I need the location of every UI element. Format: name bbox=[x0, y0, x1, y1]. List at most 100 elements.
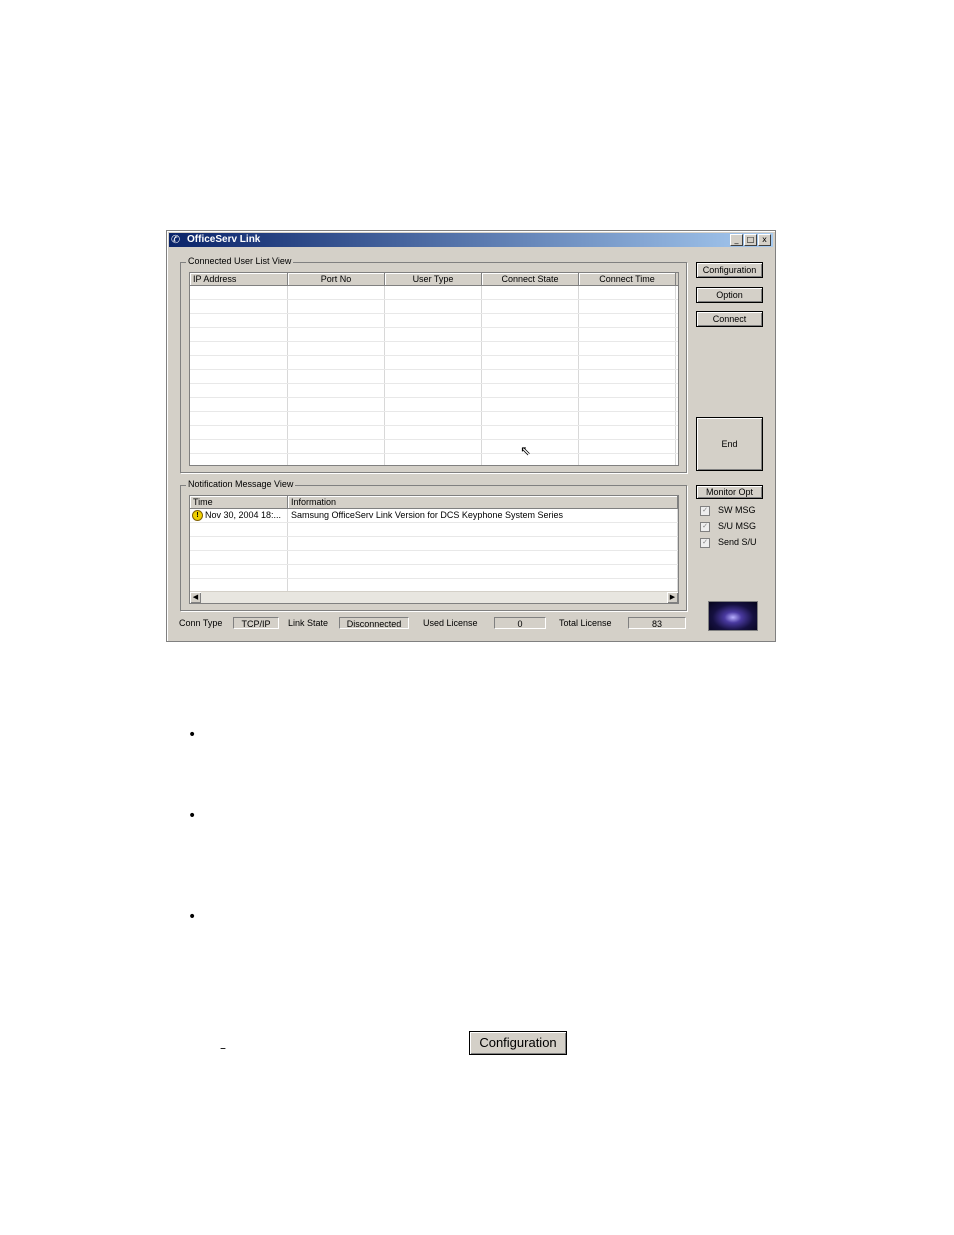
notification-row[interactable] bbox=[190, 523, 678, 537]
notification-header: Time Information bbox=[190, 496, 678, 509]
monitor-opt-button[interactable]: Monitor Opt bbox=[696, 485, 763, 499]
notification-info: Samsung OfficeServ Link Version for DCS … bbox=[288, 509, 678, 522]
option-button[interactable]: Option bbox=[696, 287, 763, 303]
check-icon: ✓ bbox=[700, 537, 710, 548]
table-row[interactable] bbox=[190, 328, 678, 342]
table-row[interactable] bbox=[190, 286, 678, 300]
table-row[interactable] bbox=[190, 314, 678, 328]
table-row[interactable] bbox=[190, 384, 678, 398]
notification-row[interactable] bbox=[190, 537, 678, 551]
table-cell bbox=[288, 356, 385, 369]
notification-list[interactable]: Time Information ! Nov 30, 2004 18:... Sa… bbox=[189, 495, 679, 604]
user-list-group: Connected User List View IP Address Port… bbox=[180, 256, 687, 473]
notification-label: Notification Message View bbox=[186, 479, 296, 489]
table-cell bbox=[385, 342, 482, 355]
col-time[interactable]: Time bbox=[190, 496, 288, 508]
table-cell bbox=[190, 454, 288, 465]
table-cell bbox=[482, 412, 579, 425]
table-cell bbox=[288, 426, 385, 439]
table-cell bbox=[385, 286, 482, 299]
table-row[interactable] bbox=[190, 398, 678, 412]
sw-msg-checkbox[interactable]: ✓ SW MSG bbox=[700, 505, 756, 516]
col-port-no[interactable]: Port No bbox=[288, 273, 385, 285]
table-cell bbox=[579, 328, 676, 341]
col-ip-address[interactable]: IP Address bbox=[190, 273, 288, 285]
logo-image bbox=[708, 601, 758, 631]
officeserv-link-window: ✆ OfficeServ Link _ □ x Connected User L… bbox=[166, 230, 776, 642]
table-row[interactable] bbox=[190, 412, 678, 426]
table-cell bbox=[288, 300, 385, 313]
table-cell bbox=[288, 370, 385, 383]
send-su-checkbox[interactable]: ✓ Send S/U bbox=[700, 537, 757, 548]
table-cell bbox=[288, 565, 678, 578]
configuration-button[interactable]: Configuration bbox=[696, 262, 763, 278]
table-cell bbox=[579, 454, 676, 465]
col-user-type[interactable]: User Type bbox=[385, 273, 482, 285]
table-row[interactable] bbox=[190, 440, 678, 454]
table-cell bbox=[482, 384, 579, 397]
table-cell bbox=[190, 412, 288, 425]
warning-icon: ! bbox=[192, 510, 203, 522]
user-list-header: IP Address Port No User Type Connect Sta… bbox=[190, 273, 678, 286]
horizontal-scrollbar[interactable]: ◀ ▶ bbox=[190, 591, 678, 603]
minimize-button[interactable]: _ bbox=[730, 234, 743, 246]
table-cell bbox=[288, 551, 678, 564]
app-icon: ✆ bbox=[171, 233, 181, 246]
table-cell bbox=[288, 454, 385, 465]
table-cell bbox=[190, 523, 288, 536]
table-row[interactable] bbox=[190, 370, 678, 384]
total-license-value: 83 bbox=[628, 617, 686, 629]
table-cell bbox=[385, 314, 482, 327]
table-cell bbox=[385, 300, 482, 313]
table-cell bbox=[190, 328, 288, 341]
col-information[interactable]: Information bbox=[288, 496, 678, 508]
title-bar[interactable]: ✆ OfficeServ Link _ □ x bbox=[169, 233, 773, 247]
table-row[interactable] bbox=[190, 426, 678, 440]
su-msg-checkbox[interactable]: ✓ S/U MSG bbox=[700, 521, 756, 532]
link-state-label: Link State bbox=[288, 618, 329, 628]
notification-group: Notification Message View Time Informati… bbox=[180, 479, 687, 611]
table-cell bbox=[482, 370, 579, 383]
bullet-3: • bbox=[188, 909, 197, 925]
table-cell bbox=[288, 398, 385, 411]
window-title: OfficeServ Link bbox=[187, 234, 261, 245]
bullet-2: • bbox=[188, 808, 197, 824]
scroll-right-icon[interactable]: ▶ bbox=[667, 592, 678, 603]
table-cell bbox=[385, 384, 482, 397]
table-row[interactable] bbox=[190, 356, 678, 370]
link-state-value: Disconnected bbox=[339, 617, 409, 629]
table-row[interactable] bbox=[190, 454, 678, 465]
end-button[interactable]: End bbox=[696, 417, 763, 471]
table-cell bbox=[190, 565, 288, 578]
table-cell bbox=[190, 426, 288, 439]
table-cell bbox=[190, 537, 288, 550]
notification-row[interactable]: ! Nov 30, 2004 18:... Samsung OfficeServ … bbox=[190, 509, 678, 523]
table-row[interactable] bbox=[190, 342, 678, 356]
table-cell bbox=[579, 356, 676, 369]
table-cell bbox=[482, 398, 579, 411]
table-cell bbox=[385, 454, 482, 465]
conn-type-value: TCP/IP bbox=[233, 617, 279, 629]
col-connect-state[interactable]: Connect State bbox=[482, 273, 579, 285]
table-cell bbox=[288, 384, 385, 397]
scroll-left-icon[interactable]: ◀ bbox=[190, 592, 201, 603]
maximize-button[interactable]: □ bbox=[744, 234, 757, 246]
col-connect-time[interactable]: Connect Time bbox=[579, 273, 676, 285]
table-cell bbox=[385, 328, 482, 341]
table-cell bbox=[190, 356, 288, 369]
close-button[interactable]: x bbox=[758, 234, 771, 246]
table-cell bbox=[579, 384, 676, 397]
table-cell bbox=[288, 286, 385, 299]
notification-time: Nov 30, 2004 18:... bbox=[205, 510, 282, 520]
connect-button[interactable]: Connect bbox=[696, 311, 763, 327]
notification-row[interactable] bbox=[190, 565, 678, 579]
user-list[interactable]: IP Address Port No User Type Connect Sta… bbox=[189, 272, 679, 466]
table-cell bbox=[190, 300, 288, 313]
notification-row[interactable] bbox=[190, 551, 678, 565]
table-cell bbox=[579, 286, 676, 299]
table-cell bbox=[579, 370, 676, 383]
table-cell bbox=[385, 370, 482, 383]
table-row[interactable] bbox=[190, 300, 678, 314]
table-cell bbox=[579, 440, 676, 453]
table-cell bbox=[288, 328, 385, 341]
